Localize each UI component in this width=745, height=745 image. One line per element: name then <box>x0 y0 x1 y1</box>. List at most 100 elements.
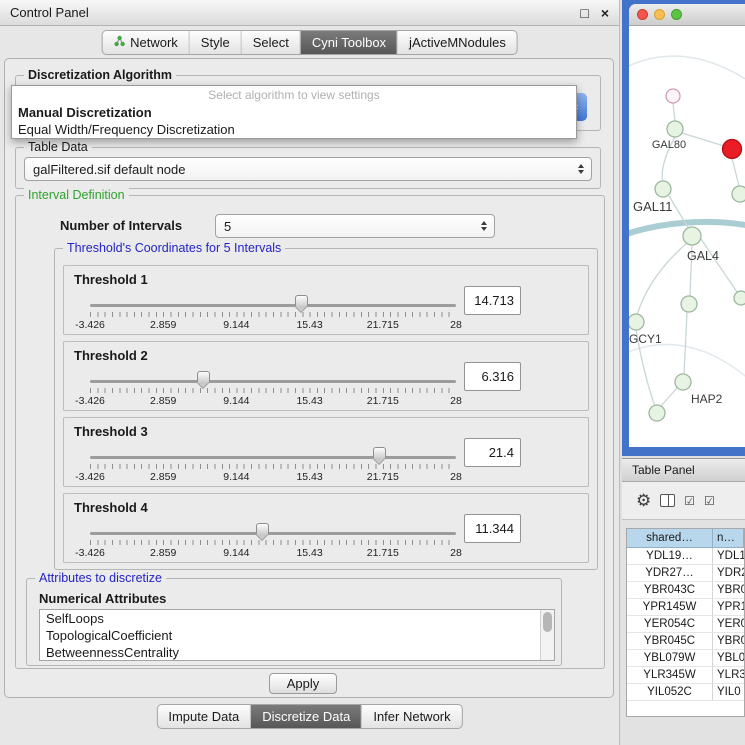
attributes-group-title: Attributes to discretize <box>35 571 166 585</box>
slider-ruler <box>90 540 456 545</box>
cell-shared-name[interactable]: YPR145W <box>627 599 713 616</box>
threshold-4-value[interactable]: 11.344 <box>464 514 521 543</box>
network-node[interactable] <box>734 291 745 305</box>
scale-label: 28 <box>450 547 462 559</box>
cell-shared-name[interactable]: YDL19… <box>627 548 713 565</box>
cell-shared-name[interactable]: YIL052C <box>627 684 713 701</box>
slider-track[interactable] <box>90 380 456 383</box>
cell-name[interactable]: YIL0 <box>713 684 744 701</box>
close-icon[interactable]: × <box>601 5 609 21</box>
cell-name[interactable]: YBR0 <box>713 582 744 599</box>
table-data-combo[interactable]: galFiltered.sif default node <box>24 157 592 181</box>
list-item[interactable]: SelfLoops <box>40 610 554 627</box>
slider-thumb[interactable] <box>197 371 210 382</box>
tab-discretize-data[interactable]: Discretize Data <box>250 705 361 728</box>
algorithm-option-equal-width[interactable]: Equal Width/Frequency Discretization <box>12 121 576 138</box>
algorithm-placeholder-option[interactable]: Select algorithm to view settings <box>12 86 576 104</box>
cell-name[interactable]: YLR3 <box>713 667 744 684</box>
table-row[interactable]: YBL079W YBL0 <box>627 650 744 667</box>
gear-icon[interactable]: ⚙ <box>636 491 651 511</box>
table-row[interactable]: YDL19… YDL1 <box>627 548 744 565</box>
slider-thumb[interactable] <box>295 295 308 306</box>
network-node[interactable] <box>666 89 680 103</box>
threshold-3-value[interactable]: 21.4 <box>464 438 521 467</box>
network-node-gal11[interactable] <box>655 181 671 197</box>
threshold-1-slider[interactable]: -3.426 2.859 9.144 15.43 21.715 28 <box>90 294 456 334</box>
network-node-gal80[interactable] <box>667 121 683 137</box>
table-row[interactable]: YBR043C YBR0 <box>627 582 744 599</box>
network-canvas[interactable]: GAL80 GAL11 GAL4 GCY1 HAP2 <box>629 26 745 447</box>
slider-ruler <box>90 312 456 317</box>
cell-name[interactable]: YBL0 <box>713 650 744 667</box>
tab-jactivemnodules[interactable]: jActiveMNodules <box>397 31 517 54</box>
column-header-name[interactable]: n… <box>713 529 744 548</box>
column-header-shared-name[interactable]: shared… <box>627 529 713 548</box>
network-node-gcy1[interactable] <box>629 314 644 330</box>
cell-shared-name[interactable]: YBR043C <box>627 582 713 599</box>
combo-arrows-icon <box>578 164 584 174</box>
tab-infer-network[interactable]: Infer Network <box>361 705 461 728</box>
table-data-combo-value: galFiltered.sif default node <box>33 162 185 177</box>
cell-name[interactable]: YPR1 <box>713 599 744 616</box>
table-data-title: Table Data <box>24 140 92 154</box>
slider-thumb[interactable] <box>256 523 269 534</box>
slider-scale: -3.426 2.859 9.144 15.43 21.715 28 <box>90 547 456 559</box>
tab-style[interactable]: Style <box>189 31 241 54</box>
list-scrollbar[interactable] <box>540 610 554 660</box>
network-node-gal4[interactable] <box>683 227 701 245</box>
minimize-traffic-light-icon[interactable] <box>654 9 665 20</box>
float-window-icon[interactable]: □ <box>580 5 588 21</box>
threshold-2-slider[interactable]: -3.426 2.859 9.144 15.43 21.715 28 <box>90 370 456 410</box>
network-node[interactable] <box>681 296 697 312</box>
cell-name[interactable]: YBR0 <box>713 633 744 650</box>
cell-shared-name[interactable]: YBR045C <box>627 633 713 650</box>
cell-name[interactable]: YDL1 <box>713 548 744 565</box>
num-intervals-combo[interactable]: 5 <box>215 214 495 238</box>
tab-network[interactable]: Network <box>102 31 189 54</box>
threshold-4-slider[interactable]: -3.426 2.859 9.144 15.43 21.715 28 <box>90 522 456 562</box>
tab-cyni-toolbox[interactable]: Cyni Toolbox <box>300 31 397 54</box>
slider-track[interactable] <box>90 532 456 535</box>
network-node-selected-red[interactable] <box>723 140 742 159</box>
algorithm-option-manual[interactable]: Manual Discretization <box>12 104 576 121</box>
node-label-gal11: GAL11 <box>633 199 673 214</box>
table-row[interactable]: YER054C YER0 <box>627 616 744 633</box>
table-row[interactable]: YIL052C YIL0 <box>627 684 744 701</box>
slider-thumb[interactable] <box>373 447 386 458</box>
checkbox-icon[interactable]: ☑ <box>704 494 715 508</box>
columns-icon[interactable] <box>660 494 675 507</box>
tab-impute-data[interactable]: Impute Data <box>157 705 250 728</box>
zoom-traffic-light-icon[interactable] <box>671 9 682 20</box>
table-row[interactable]: YDR27… YDR2 <box>627 565 744 582</box>
network-node[interactable] <box>649 405 665 421</box>
cell-name[interactable]: YER0 <box>713 616 744 633</box>
cell-shared-name[interactable]: YDR27… <box>627 565 713 582</box>
thresholds-group: Threshold's Coordinates for 5 Intervals … <box>54 248 598 570</box>
tab-select[interactable]: Select <box>241 31 300 54</box>
top-tab-bar: Network Style Select Cyni Toolbox jActiv… <box>101 30 518 55</box>
numerical-attributes-list[interactable]: SelfLoops TopologicalCoefficient Between… <box>39 609 555 661</box>
threshold-3-slider[interactable]: -3.426 2.859 9.144 15.43 21.715 28 <box>90 446 456 486</box>
slider-track[interactable] <box>90 456 456 459</box>
scale-label: -3.426 <box>75 547 105 559</box>
table-row[interactable]: YLR345W YLR3 <box>627 667 744 684</box>
network-node-hap2[interactable] <box>675 374 691 390</box>
cell-shared-name[interactable]: YBL079W <box>627 650 713 667</box>
close-traffic-light-icon[interactable] <box>637 9 648 20</box>
threshold-1-value[interactable]: 14.713 <box>464 286 521 315</box>
threshold-2-value[interactable]: 6.316 <box>464 362 521 391</box>
cell-shared-name[interactable]: YLR345W <box>627 667 713 684</box>
slider-track[interactable] <box>90 304 456 307</box>
node-table: shared… n… YDL19… YDL1 YDR27… YDR2 YBR04… <box>626 528 745 717</box>
table-row[interactable]: YPR145W YPR1 <box>627 599 744 616</box>
scrollbar-thumb[interactable] <box>543 612 552 632</box>
scale-label: -3.426 <box>75 471 105 483</box>
list-item[interactable]: BetweennessCentrality <box>40 644 554 661</box>
list-item[interactable]: TopologicalCoefficient <box>40 627 554 644</box>
checkbox-icon[interactable]: ☑ <box>684 494 695 508</box>
cell-name[interactable]: YDR2 <box>713 565 744 582</box>
network-node[interactable] <box>732 186 745 202</box>
table-row[interactable]: YBR045C YBR0 <box>627 633 744 650</box>
cell-shared-name[interactable]: YER054C <box>627 616 713 633</box>
apply-button[interactable]: Apply <box>269 673 337 694</box>
